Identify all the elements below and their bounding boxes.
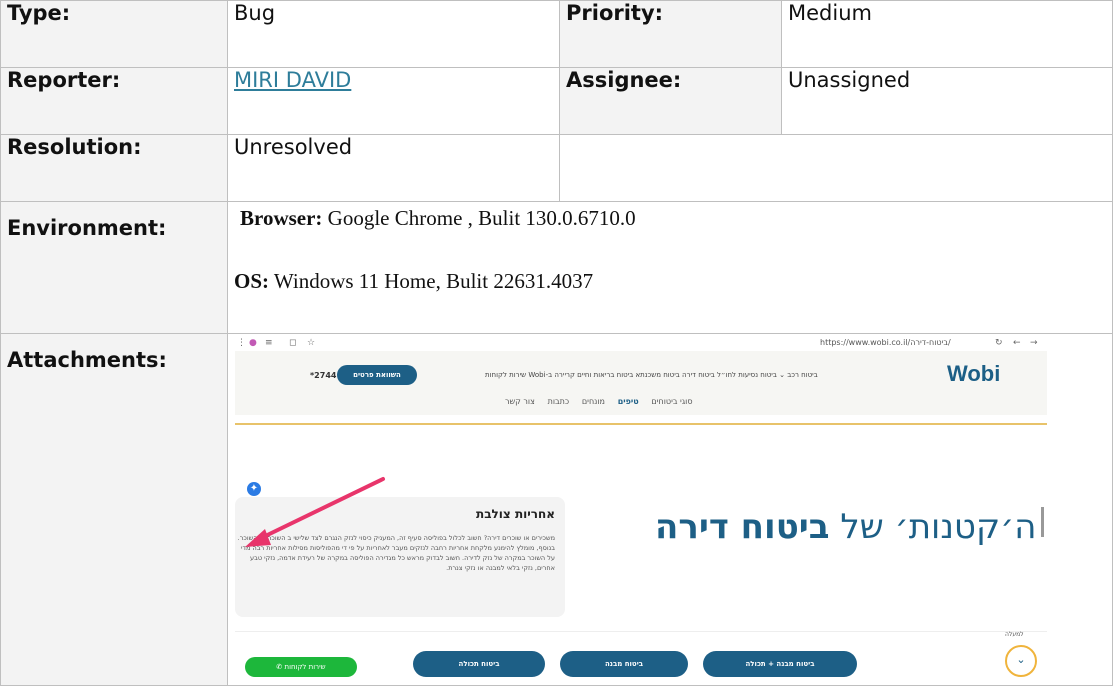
issue-details-table: Type: Bug Priority: Medium Reporter: MIR… — [0, 0, 1113, 686]
assignee-value: Unassigned — [781, 67, 1113, 135]
reporter-cell: MIRI DAVID — [227, 67, 560, 135]
assignee-label: Assignee: — [559, 67, 782, 135]
resolution-label: Resolution: — [0, 134, 228, 202]
priority-value: Medium — [781, 0, 1113, 68]
arrow-shaft — [253, 477, 385, 543]
row-environment: Environment: Browser: Google Chrome , Bu… — [0, 201, 1113, 334]
environment-value: Browser: Google Chrome , Bulit 130.0.671… — [227, 201, 1113, 334]
row-attachments: Attachments: ⋮ ● ≡ ◻ ☆ https://www.wobi.… — [0, 333, 1113, 686]
reporter-link[interactable]: MIRI DAVID — [234, 68, 351, 92]
row-reporter-assignee: Reporter: MIRI DAVID Assignee: Unassigne… — [0, 67, 1113, 135]
env-os-label: OS: — [234, 269, 270, 293]
attachment-screenshot[interactable]: ⋮ ● ≡ ◻ ☆ https://www.wobi.co.il/ביטוח-ד… — [235, 337, 1047, 685]
env-browser-value: Google Chrome , Bulit 130.0.6710.0 — [322, 206, 636, 230]
env-browser-label: Browser: — [240, 206, 323, 230]
attachments-cell: ⋮ ● ≡ ◻ ☆ https://www.wobi.co.il/ביטוח-ד… — [227, 333, 1113, 686]
reporter-label: Reporter: — [0, 67, 228, 135]
resolution-value: Unresolved — [227, 134, 560, 202]
annotation-arrow-icon — [245, 477, 385, 547]
type-label: Type: — [0, 0, 228, 68]
priority-label: Priority: — [559, 0, 782, 68]
empty-cell — [559, 134, 1113, 202]
env-os-line: OS: Windows 11 Home, Bulit 22631.4037 — [234, 269, 1106, 294]
attachments-label: Attachments: — [0, 333, 228, 686]
environment-label: Environment: — [0, 201, 228, 334]
env-os-value: Windows 11 Home, Bulit 22631.4037 — [269, 269, 594, 293]
type-value: Bug — [227, 0, 560, 68]
row-resolution: Resolution: Unresolved — [0, 134, 1113, 202]
arrow-head — [245, 529, 271, 547]
row-type-priority: Type: Bug Priority: Medium — [0, 0, 1113, 68]
env-browser-line: Browser: Google Chrome , Bulit 130.0.671… — [234, 206, 1106, 231]
